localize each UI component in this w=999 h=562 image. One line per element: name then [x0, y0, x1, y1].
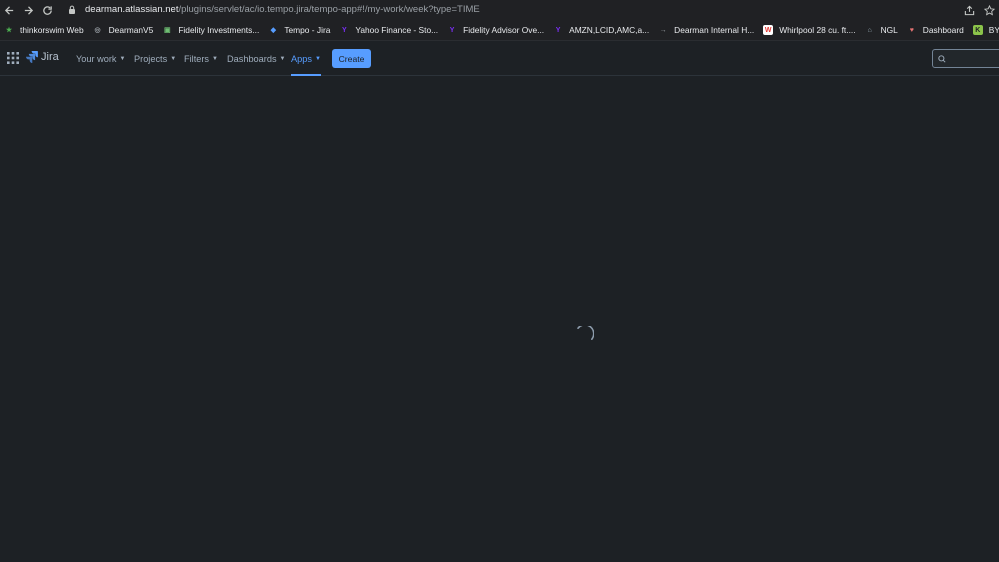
- browser-address-bar: dearman.atlassian.net/plugins/servlet/ac…: [0, 0, 999, 20]
- tos-icon: ★: [5, 27, 13, 34]
- ngl-icon: ⌂: [867, 26, 872, 34]
- reload-icon[interactable]: [38, 0, 57, 20]
- bookmark-item[interactable]: W Whirlpool 28 cu. ft....: [759, 20, 860, 40]
- yahoo-icon: Y: [555, 26, 561, 34]
- heart-icon: ♥: [909, 26, 914, 34]
- share-icon[interactable]: [959, 0, 979, 20]
- bookmark-item[interactable]: ▣ Fidelity Investments...: [158, 20, 264, 40]
- yahoo-icon: Y: [342, 26, 347, 34]
- chevron-down-icon: ▼: [170, 55, 177, 62]
- forward-icon[interactable]: [19, 0, 38, 20]
- bookmark-item[interactable]: Y Fidelity Advisor Ove...: [443, 20, 549, 40]
- url-text: dearman.atlassian.net/plugins/servlet/ac…: [85, 4, 480, 15]
- bookmarks-bar: ★ thinkorswim Web ◎ DearmanV5 ▣ Fidelity Inve…: [0, 20, 999, 41]
- nav-apps-label: Apps: [291, 53, 312, 64]
- bookmark-label: DearmanV5: [108, 25, 154, 35]
- chevron-down-icon: ▼: [314, 55, 321, 62]
- bookmark-label: Dearman Internal H...: [674, 25, 755, 35]
- bookmark-item[interactable]: K BYOD Compatibility...: [969, 20, 999, 40]
- url-field[interactable]: dearman.atlassian.net/plugins/servlet/ac…: [61, 1, 963, 18]
- bookmark-label: Yahoo Finance - Sto...: [355, 25, 439, 35]
- url-host: dearman.atlassian.net: [85, 4, 179, 15]
- chevron-down-icon: ▼: [212, 55, 218, 62]
- fidelity-icon: ▣: [164, 27, 171, 34]
- loading-spinner-icon: [577, 326, 594, 340]
- bookmark-label: thinkorswim Web: [20, 25, 84, 35]
- bookmark-item[interactable]: ⌂ NGL: [861, 20, 903, 40]
- main-content: [0, 77, 999, 562]
- bookmark-item[interactable]: ♥ Dashboard: [903, 20, 969, 40]
- bookmark-label: Fidelity Advisor Ove...: [463, 25, 545, 35]
- chevron-down-icon: ▼: [119, 55, 126, 62]
- back-icon[interactable]: [0, 0, 19, 20]
- nav-your-work-label: Your work: [76, 53, 117, 64]
- bookmark-label: Whirlpool 28 cu. ft....: [779, 25, 856, 35]
- jira-logo-text: Jira: [41, 51, 59, 63]
- bookmark-label: NGL: [880, 25, 898, 35]
- nav-projects-label: Projects: [134, 53, 168, 64]
- bookmark-item[interactable]: ◆ Tempo - Jira: [264, 20, 335, 40]
- nav-filters-label: Filters: [184, 53, 210, 64]
- jira-logo-icon: [26, 51, 38, 63]
- jira-icon: ◆: [270, 27, 276, 34]
- bookmark-item[interactable]: → Dearman Internal H...: [654, 20, 759, 40]
- lock-icon[interactable]: [65, 5, 79, 14]
- nav-dashboards-label: Dashboards: [227, 53, 277, 64]
- search-box[interactable]: [932, 49, 999, 68]
- nav-your-work[interactable]: Your work ▼: [76, 41, 125, 76]
- search-input[interactable]: [950, 53, 999, 64]
- yahoo-icon: Y: [449, 26, 455, 34]
- bookmark-item[interactable]: ★ thinkorswim Web: [0, 20, 89, 40]
- nav-projects[interactable]: Projects ▼: [134, 41, 176, 76]
- bookmark-item[interactable]: Y Yahoo Finance - Sto...: [335, 20, 443, 40]
- bookmark-star-icon[interactable]: [979, 0, 999, 20]
- jira-logo[interactable]: Jira: [26, 51, 59, 63]
- bookmark-label: BYOD Compatibility...: [988, 25, 999, 35]
- globe-icon: ◎: [94, 27, 101, 34]
- create-button[interactable]: Create: [332, 49, 371, 68]
- nav-dashboards[interactable]: Dashboards ▼: [227, 41, 286, 76]
- jira-top-nav: Jira Your work ▼ Projects ▼ Filters ▼ Dashb…: [0, 41, 999, 76]
- bookmark-label: Dashboard: [922, 25, 964, 35]
- chevron-down-icon: ▼: [279, 55, 286, 62]
- nav-filters[interactable]: Filters ▼: [184, 41, 218, 76]
- bookmark-item[interactable]: ◎ DearmanV5: [89, 20, 159, 40]
- bookmark-label: AMZN,LCID,AMC,a...: [569, 25, 650, 35]
- search-icon: [938, 54, 946, 63]
- k-icon: K: [972, 25, 983, 35]
- url-path: /plugins/servlet/ac/io.tempo.jira/tempo-…: [178, 4, 480, 15]
- bookmark-item[interactable]: Y AMZN,LCID,AMC,a...: [549, 20, 654, 40]
- app-switcher-icon[interactable]: [6, 51, 20, 65]
- link-icon: →: [659, 26, 667, 34]
- nav-apps[interactable]: Apps ▼: [291, 41, 321, 76]
- bookmark-label: Tempo - Jira: [284, 25, 331, 35]
- bookmark-label: Fidelity Investments...: [178, 25, 260, 35]
- whirlpool-icon: W: [763, 25, 774, 35]
